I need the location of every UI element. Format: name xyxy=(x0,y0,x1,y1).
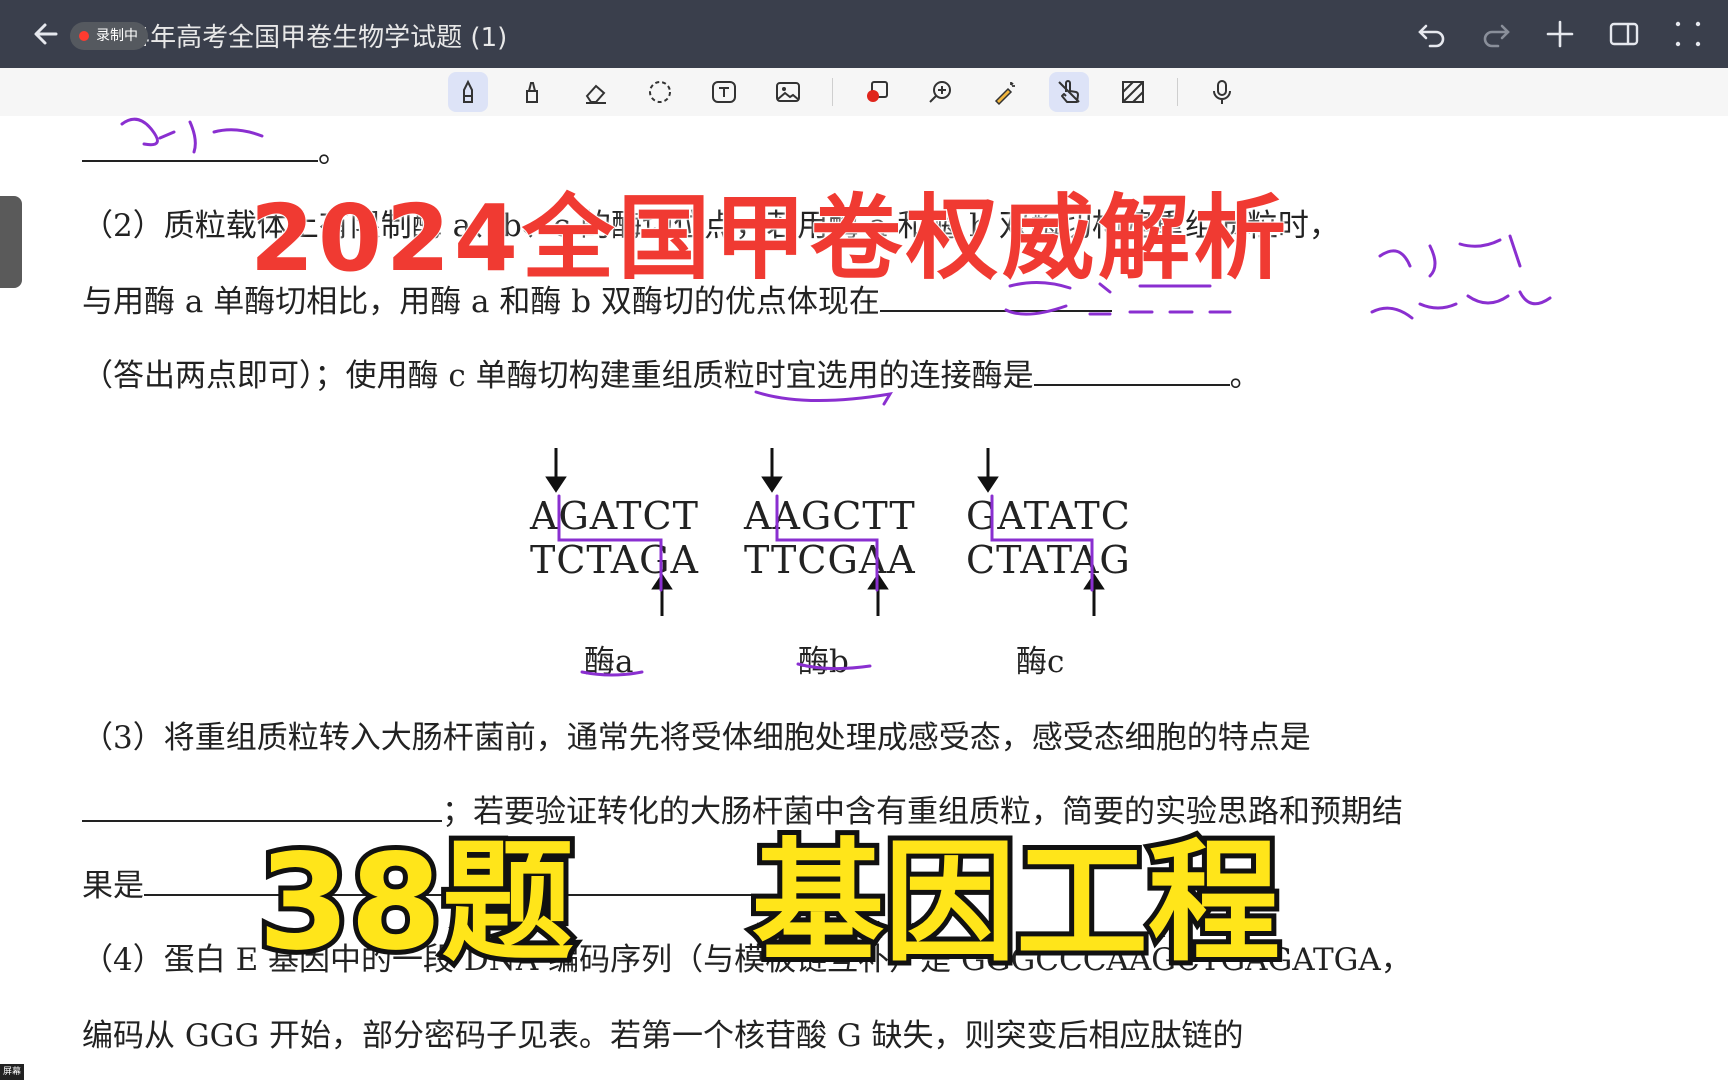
undo-icon[interactable] xyxy=(1412,14,1452,54)
q3-line-1: （3）将重组质粒转入大肠杆菌前，通常先将受体细胞处理成感受态，感受态细胞的特点是 xyxy=(82,720,1311,756)
pen-icon[interactable] xyxy=(448,72,488,112)
q2-line-3-text: （答出两点即可）；使用酶 c 单酶切构建重组质粒时宜选用的连接酶是 xyxy=(82,358,1034,394)
enzyme-c-top-strand: GATATC xyxy=(966,494,1131,538)
text-box-icon[interactable] xyxy=(704,72,744,112)
enzyme-c-bottom-strand: CTATAG xyxy=(966,538,1131,582)
enzyme-b-bottom-strand: TTCGAA xyxy=(744,538,916,582)
recording-indicator: 录制中 xyxy=(70,22,148,50)
hand-touch-icon[interactable] xyxy=(1049,72,1089,112)
topic-name-overlay: 基因工程 xyxy=(747,821,1285,985)
toolbar-divider xyxy=(1177,78,1178,106)
shape-icon[interactable] xyxy=(857,72,897,112)
pattern-icon[interactable] xyxy=(1113,72,1153,112)
enzyme-a-bottom-strand: TCTAGA xyxy=(530,538,699,582)
title-bar: 2024年高考全国甲卷生物学试题 (1) 录制中 xyxy=(0,0,1728,68)
answer-blank xyxy=(82,130,318,162)
back-arrow-icon[interactable] xyxy=(30,18,62,50)
q3-line-3-text: 果是 xyxy=(82,868,144,904)
document-page[interactable]: 。 （2）质粒载体上有限制酶 a、b、c 的酶切位点，若用酶 a 和酶 b 双酶… xyxy=(0,116,1728,1080)
line-end-mark: 。 xyxy=(1229,358,1261,394)
recording-dot-icon xyxy=(79,31,89,41)
eraser-icon[interactable] xyxy=(576,72,616,112)
zoom-icon[interactable] xyxy=(921,72,961,112)
enzyme-a-label: 酶a xyxy=(584,644,634,680)
highlighter-icon[interactable] xyxy=(512,72,552,112)
more-icon[interactable] xyxy=(1668,14,1708,54)
topic-number-overlay: 38题 xyxy=(253,821,579,985)
headline-overlay: 2024全国甲卷权威解析 xyxy=(249,184,1291,293)
drawing-toolbar xyxy=(0,68,1728,117)
q4-line-2: 编码从 GGG 开始，部分密码子见表。若第一个核苷酸 G 缺失，则突变后相应肽链… xyxy=(82,1018,1244,1054)
corner-badge: 屏幕 xyxy=(0,1064,24,1080)
image-icon[interactable] xyxy=(768,72,808,112)
enzyme-c-label: 酶c xyxy=(1016,644,1065,680)
recording-label: 录制中 xyxy=(96,28,138,44)
enzyme-b-label: 酶b xyxy=(798,644,849,680)
add-icon[interactable] xyxy=(1540,14,1580,54)
sidebar-panel-icon[interactable] xyxy=(1604,14,1644,54)
toolbar-divider xyxy=(832,78,833,106)
side-panel-handle[interactable] xyxy=(0,196,22,288)
enzyme-a-top-strand: AGATCT xyxy=(530,494,699,538)
laser-pointer-icon[interactable] xyxy=(985,72,1025,112)
redo-icon[interactable] xyxy=(1476,14,1516,54)
enzyme-b-top-strand: AAGCTT xyxy=(744,494,916,538)
q2-line-3: （答出两点即可）；使用酶 c 单酶切构建重组质粒时宜选用的连接酶是 。 xyxy=(82,350,1261,395)
lasso-icon[interactable] xyxy=(640,72,680,112)
answer-blank xyxy=(1033,354,1230,386)
microphone-icon[interactable] xyxy=(1202,72,1242,112)
titlebar-actions xyxy=(1412,14,1708,54)
